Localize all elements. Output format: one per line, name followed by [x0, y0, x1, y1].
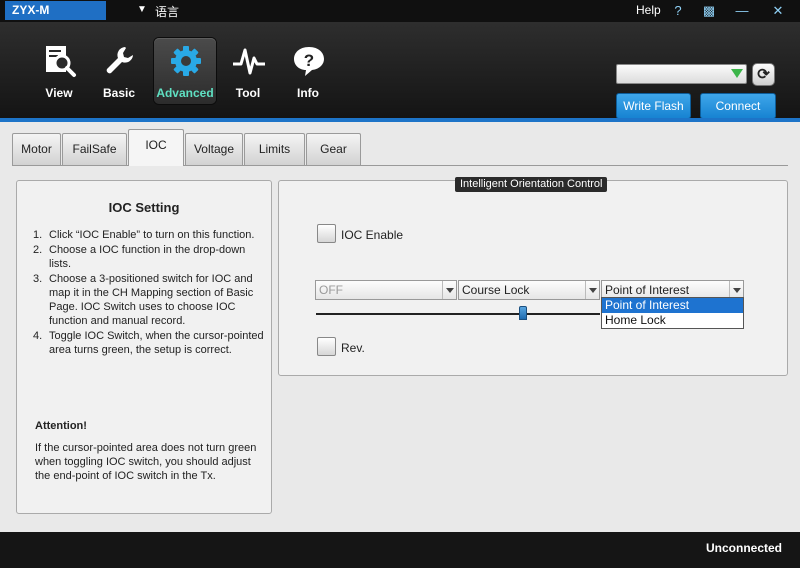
rev-checkbox[interactable] — [317, 337, 336, 356]
ioc-slider-track[interactable] — [316, 313, 600, 315]
gear-icon — [171, 46, 201, 76]
svg-text:?: ? — [304, 51, 314, 70]
write-flash-button[interactable]: Write Flash — [616, 93, 691, 119]
connection-status: Unconnected — [705, 541, 782, 555]
help-button[interactable]: Help — [636, 3, 661, 17]
refresh-icon: ⟳ — [757, 66, 770, 83]
dropdown-arrow-icon — [731, 69, 743, 78]
tool-info-label: Info — [297, 86, 319, 100]
magnifier-doc-icon — [46, 46, 76, 77]
tool-basic-label: Basic — [102, 86, 136, 100]
tool-info-button[interactable]: ? Info — [277, 38, 339, 104]
ioc-function-select-1[interactable]: OFF — [315, 280, 457, 300]
language-button[interactable]: 语言 — [155, 3, 179, 20]
tab-failsafe[interactable]: FailSafe — [62, 133, 127, 165]
wrench-icon — [106, 47, 133, 74]
combo-value: Course Lock — [462, 283, 530, 297]
list-item: 4. Toggle IOC Switch, when the cursor-poi… — [33, 330, 264, 356]
tool-tool-label: Tool — [235, 86, 261, 100]
tool-view-label: View — [45, 86, 73, 100]
tab-ioc[interactable]: IOC — [128, 129, 184, 166]
list-item: 3. Choose a 3-positioned switch for IOC a… — [33, 273, 254, 327]
app-title: ZYX-M Assistant — [5, 1, 106, 36]
ioc-enable-label[interactable]: IOC Enable — [341, 228, 403, 242]
tool-view-button[interactable]: View — [28, 38, 90, 104]
tool-advanced-label: Advanced — [156, 86, 214, 100]
dropdown-option-home-lock[interactable]: Home Lock — [602, 313, 743, 328]
title-bar: ZYX-M Assistant ▼ 语言 Help ? ▩ — ✕ — [0, 0, 800, 36]
instruction-list: 1. Click “IOC Enable” to turn on this fun… — [33, 228, 265, 358]
port-select[interactable] — [616, 64, 747, 84]
ioc-setting-title: IOC Setting — [108, 200, 180, 215]
question-bubble-icon: ? — [294, 47, 324, 76]
list-item: 2. Choose a IOC function in the drop-down… — [33, 244, 246, 270]
dropdown-option-point-of-interest[interactable]: Point of Interest — [602, 298, 743, 313]
pulse-icon — [233, 48, 265, 75]
ioc-slider-thumb[interactable] — [519, 306, 528, 320]
tool-advanced-button[interactable]: Advanced — [154, 38, 216, 104]
close-icon[interactable]: ✕ — [769, 2, 787, 20]
help-question-icon[interactable]: ? — [669, 2, 687, 20]
tab-gear[interactable]: Gear — [306, 133, 361, 165]
combo-value: OFF — [319, 283, 343, 297]
connect-button[interactable]: Connect — [700, 93, 776, 119]
app-window: ZYX-M Assistant ▼ 语言 Help ? ▩ — ✕ View B… — [0, 0, 800, 568]
tool-basic-button[interactable]: Basic — [88, 38, 150, 104]
ioc-function-dropdown-list: Point of Interest Home Lock — [601, 297, 744, 329]
list-item: 1. Click “IOC Enable” to turn on this fun… — [33, 229, 255, 241]
ioc-setting-panel: IOC Setting 1. Click “IOC Enable” to turn… — [16, 180, 272, 514]
tab-motor[interactable]: Motor — [12, 133, 61, 165]
chevron-down-icon — [585, 281, 599, 299]
combo-value: Point of Interest — [605, 283, 690, 297]
language-dropdown-icon[interactable]: ▼ — [137, 4, 147, 15]
tab-limits[interactable]: Limits — [244, 133, 305, 165]
ioc-enable-checkbox[interactable] — [317, 224, 336, 243]
status-bar: Unconnected — [0, 532, 800, 568]
rev-label[interactable]: Rev. — [341, 341, 365, 355]
refresh-button[interactable]: ⟳ — [752, 63, 775, 86]
tab-voltage[interactable]: Voltage — [185, 133, 243, 165]
feedback-icon[interactable]: ▩ — [700, 2, 718, 20]
attention-title: Attention! — [35, 420, 87, 432]
group-title: Intelligent Orientation Control — [455, 177, 608, 192]
main-toolbar: View Basic Advanced Tool ? Info ⟳ Write … — [0, 22, 800, 119]
chevron-down-icon — [442, 281, 456, 299]
tool-tool-button[interactable]: Tool — [217, 38, 279, 104]
ioc-function-select-2[interactable]: Course Lock — [458, 280, 600, 300]
minimize-icon[interactable]: — — [733, 2, 751, 20]
attention-text: If the cursor-pointed area does not turn… — [35, 442, 257, 482]
